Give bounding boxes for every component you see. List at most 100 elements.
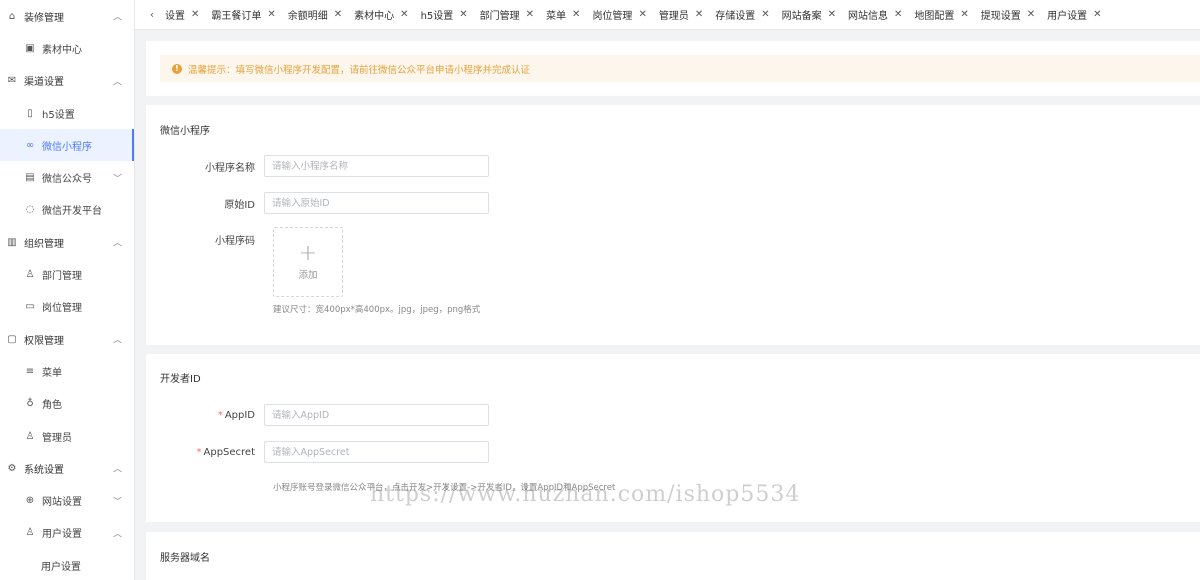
sidebar-item-3[interactable]: ▯ h5设置 [0,97,134,129]
mail-icon: ✉ [7,75,17,87]
gear-icon: ⚙ [7,462,17,474]
sidebar-item-12[interactable]: ♁ 角色 [0,388,134,420]
close-icon[interactable]: ✕ [267,9,275,20]
sidebar-item-17[interactable]: 用户设置 [0,549,134,580]
tab-11[interactable]: 网站信息 ✕ [842,0,908,29]
section-title-server: 服务器域名 [160,553,210,564]
tab-label: 部门管理 [479,11,520,22]
tab-2[interactable]: 余额明细 ✕ [282,0,348,29]
tab-8[interactable]: 管理员 ✕ [653,0,709,29]
sidebar-item-1[interactable]: ▣ 素材中心 [0,32,134,64]
sidebar-item-4[interactable]: ∞ 微信小程序 [0,129,134,162]
tab-14[interactable]: 用户设置 ✕ [1041,0,1107,29]
close-icon[interactable]: ✕ [572,9,580,20]
tab-12[interactable]: 地图配置 ✕ [908,0,974,29]
warning-icon: ! [172,63,182,74]
sidebar-group-10[interactable]: ▢ 权限管理 ︿ [0,323,134,355]
mini-program-code-upload[interactable]: + 添加 [273,227,343,297]
close-icon[interactable]: ✕ [526,9,534,20]
server-card: 服务器域名 [146,532,1200,580]
close-icon[interactable]: ✕ [638,9,646,20]
origin-id-input[interactable] [264,192,489,214]
alert-text: 温馨提示：填写微信小程序开发配置，请前往微信公众平台申请小程序并完成认证 [188,64,531,76]
sidebar-item-label: 素材中心 [42,44,82,56]
sidebar-item-label: 装修管理 [24,12,64,24]
sidebar-item-label: h5设置 [42,109,75,121]
sidebar-item-label: 网站设置 [42,497,82,509]
tab-7[interactable]: 岗位管理 ✕ [586,0,652,29]
sidebar-group-14[interactable]: ⚙ 系统设置 ︿ [0,452,134,484]
tab-0[interactable]: 设置 ✕ [159,0,205,29]
close-icon[interactable]: ✕ [828,9,836,20]
tab-6[interactable]: 菜单 ✕ [540,0,586,29]
sidebar-item-6[interactable]: ◌ 微信开发平台 [0,194,134,226]
sidebar-item-label: 微信小程序 [42,141,92,153]
close-icon[interactable]: ✕ [400,9,408,20]
user-icon: ♙ [25,269,35,281]
tab-10[interactable]: 网站备案 ✕ [776,0,842,29]
sidebar-item-13[interactable]: ♙ 管理员 [0,420,134,452]
appsecret-label: * AppSecret [146,447,264,458]
tab-9[interactable]: 存储设置 ✕ [709,0,775,29]
tabs-back-icon[interactable]: ‹ [145,8,159,21]
mini-program-name-input[interactable] [264,155,489,177]
tab-label: h5设置 [420,11,454,22]
chevron-up-icon: ︿ [112,335,122,346]
appsecret-input[interactable] [264,441,489,463]
close-icon[interactable]: ✕ [960,9,968,20]
sidebar-item-label: 渠道设置 [24,77,64,89]
sidebar-group-7[interactable]: ▥ 组织管理 ︿ [0,226,134,258]
close-icon[interactable]: ✕ [1027,9,1035,20]
tab-label: 菜单 [546,11,567,22]
sidebar-item-label: 微信开发平台 [42,206,102,218]
sidebar-item-8[interactable]: ♙ 部门管理 [0,258,134,290]
chevron-up-icon: ︿ [112,238,122,249]
sidebar-item-label: 系统设置 [24,464,64,476]
mini-program-card: 微信小程序 小程序名称 原始ID 小程序码 + 添加 建议尺寸：宽400px*高… [146,105,1200,345]
tab-3[interactable]: 素材中心 ✕ [348,0,414,29]
required-mark: * [196,446,202,458]
sidebar-item-5[interactable]: ▤ 微信公众号 ﹀ [0,161,134,193]
tabs-bar: ‹ 设置 ✕ 霸王餐订单 ✕ 余额明细 ✕ 素材中心 ✕ h5设置 ✕ 部门管理 ✕ 菜单 ✕ 岗位管理 ✕ 管… [135,0,1200,30]
sidebar-item-label: 用户设置 [42,529,82,541]
globe-icon: ⊕ [25,495,35,507]
mobile-icon: ▯ [27,107,33,119]
lock-icon: ▢ [7,333,17,345]
chevron-up-icon: ︿ [112,464,122,475]
image-icon: ▣ [25,42,35,54]
sidebar-item-label: 组织管理 [24,238,64,250]
person-icon: ♙ [25,430,35,442]
sidebar-group-0[interactable]: ⌂ 装修管理 ︿ [0,0,134,32]
close-icon[interactable]: ✕ [334,9,342,20]
developer-card: 开发者ID *AppID *AppSecret 小程序账号登录微信公众平台，点击… [146,354,1200,522]
sidebar-item-15[interactable]: ⊕ 网站设置 ﹀ [0,484,134,516]
tab-5[interactable]: 部门管理 ✕ [474,0,540,29]
close-icon[interactable]: ✕ [695,9,703,20]
appid-input[interactable] [264,404,489,426]
appsecret-row: * AppSecret [146,441,489,463]
tab-label: 用户设置 [1047,11,1088,22]
close-icon[interactable]: ✕ [191,9,199,20]
sidebar-item-9[interactable]: ▭ 岗位管理 [0,291,134,323]
mini-program-name-label: 小程序名称 [205,162,255,174]
close-icon[interactable]: ✕ [459,9,467,20]
tab-1[interactable]: 霸王餐订单 ✕ [205,0,281,29]
sidebar-item-16[interactable]: ♙ 用户设置 ︿ [0,517,134,549]
building-icon: ▥ [7,236,17,248]
sidebar-group-2[interactable]: ✉ 渠道设置 ︿ [0,65,134,97]
mini-program-name-row: 小程序名称 [146,155,489,177]
appid-row: * AppID [146,404,489,426]
warning-alert: ! 温馨提示：填写微信小程序开发配置，请前往微信公众平台申请小程序并完成认证 [160,55,1200,82]
tab-label: 存储设置 [715,11,756,22]
tab-4[interactable]: h5设置 ✕ [415,0,474,29]
chevron-down-icon: ﹀ [112,174,122,185]
close-icon[interactable]: ✕ [1093,9,1101,20]
tab-label: 网站备案 [781,11,822,22]
close-icon[interactable]: ✕ [761,9,769,20]
chevron-down-icon: ﹀ [112,497,122,508]
section-title-developer: 开发者ID [160,374,201,385]
close-icon[interactable]: ✕ [894,9,902,20]
sidebar-item-11[interactable]: ≡ 菜单 [0,355,134,387]
origin-id-row: 原始ID [146,192,489,214]
tab-13[interactable]: 提现设置 ✕ [975,0,1041,29]
